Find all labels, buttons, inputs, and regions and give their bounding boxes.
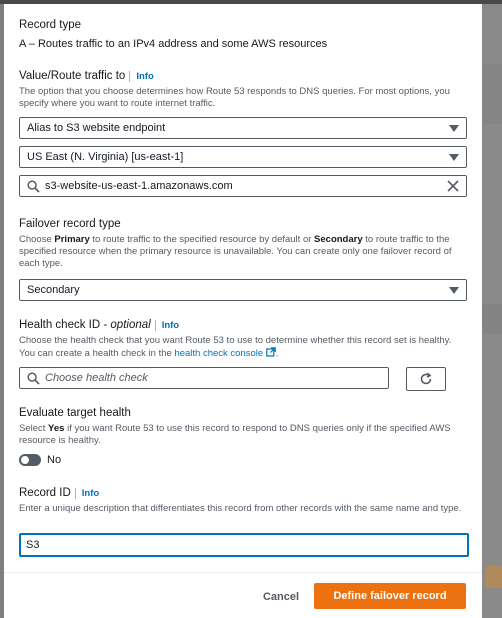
value-route-description: The option that you choose determines ho… [19, 86, 450, 109]
background-block [482, 304, 502, 334]
region-value: US East (N. Virginia) [us-east-1] [27, 151, 184, 163]
refresh-icon [420, 372, 432, 385]
evaluate-description: Select Yes if you want Route 53 to use t… [19, 423, 467, 447]
evaluate-health-toggle[interactable] [19, 454, 41, 466]
footer-divider [4, 572, 482, 573]
toggle-knob [21, 456, 29, 464]
health-check-optional: optional [110, 319, 151, 331]
record-type-value: A – Routes traffic to an IPv4 address an… [19, 38, 328, 50]
value-route-info-link[interactable]: Info [129, 71, 154, 82]
evaluate-toggle-label: No [47, 454, 62, 466]
background-right [482, 4, 502, 618]
failover-description: Choose Primary to route traffic to the s… [19, 234, 467, 270]
failover-desc-text: Choose [19, 234, 55, 245]
external-link-icon[interactable] [266, 347, 276, 357]
caret-down-icon [449, 154, 459, 161]
endpoint-search-input[interactable]: s3-website-us-east-1.amazonaws.com [19, 175, 467, 197]
record-type-label: Record type [19, 19, 82, 31]
health-check-placeholder: Choose health check [45, 372, 148, 384]
cancel-button[interactable]: Cancel [246, 584, 316, 610]
record-id-input[interactable]: S3 [19, 533, 469, 557]
failover-desc-secondary: Secondary [314, 234, 363, 245]
search-icon [27, 180, 40, 193]
health-check-info-link[interactable]: Info [154, 320, 180, 331]
evaluate-desc-text: if you want Route 53 to use this record … [19, 423, 451, 446]
evaluate-desc-yes: Yes [48, 423, 65, 434]
caret-down-icon [449, 287, 459, 294]
record-id-label: Record ID [19, 487, 71, 499]
health-check-label: Health check ID - [19, 319, 111, 331]
health-check-desc-text: . [275, 348, 279, 359]
failover-type-select[interactable]: Secondary [19, 279, 467, 301]
refresh-button[interactable] [406, 367, 446, 391]
endpoint-type-select[interactable]: Alias to S3 website endpoint [19, 117, 467, 139]
background-block [482, 64, 502, 124]
value-route-heading: Value/Route traffic to Info [19, 69, 154, 83]
record-id-heading: Record ID Info [19, 486, 100, 500]
define-failover-record-button[interactable]: Define failover record [314, 583, 466, 609]
failover-record-modal: Record type A – Routes traffic to an IPv… [4, 4, 482, 618]
health-check-console-link[interactable]: health check console [174, 348, 263, 359]
region-select[interactable]: US East (N. Virginia) [us-east-1] [19, 146, 467, 168]
health-check-search-input[interactable]: Choose health check [19, 367, 389, 389]
failover-desc-text: to route traffic to the specified resour… [89, 234, 315, 245]
caret-down-icon [449, 125, 459, 132]
health-check-heading: Health check ID - optional Info [19, 318, 180, 332]
evaluate-label: Evaluate target health [19, 407, 131, 419]
evaluate-desc-text: Select [19, 423, 49, 434]
record-id-info-link[interactable]: Info [74, 488, 100, 499]
health-check-description: Choose the health check that you want Ro… [19, 335, 467, 360]
failover-desc-primary: Primary [54, 234, 90, 245]
search-icon [27, 372, 40, 385]
clear-icon[interactable] [447, 180, 459, 192]
background-orange-button [485, 566, 502, 588]
record-id-description: Enter a unique description that differen… [19, 503, 462, 514]
endpoint-type-value: Alias to S3 website endpoint [27, 122, 166, 134]
failover-label: Failover record type [19, 218, 121, 230]
failover-type-value: Secondary [27, 284, 80, 296]
value-route-label: Value/Route traffic to [19, 70, 126, 82]
endpoint-search-value: s3-website-us-east-1.amazonaws.com [45, 180, 233, 192]
